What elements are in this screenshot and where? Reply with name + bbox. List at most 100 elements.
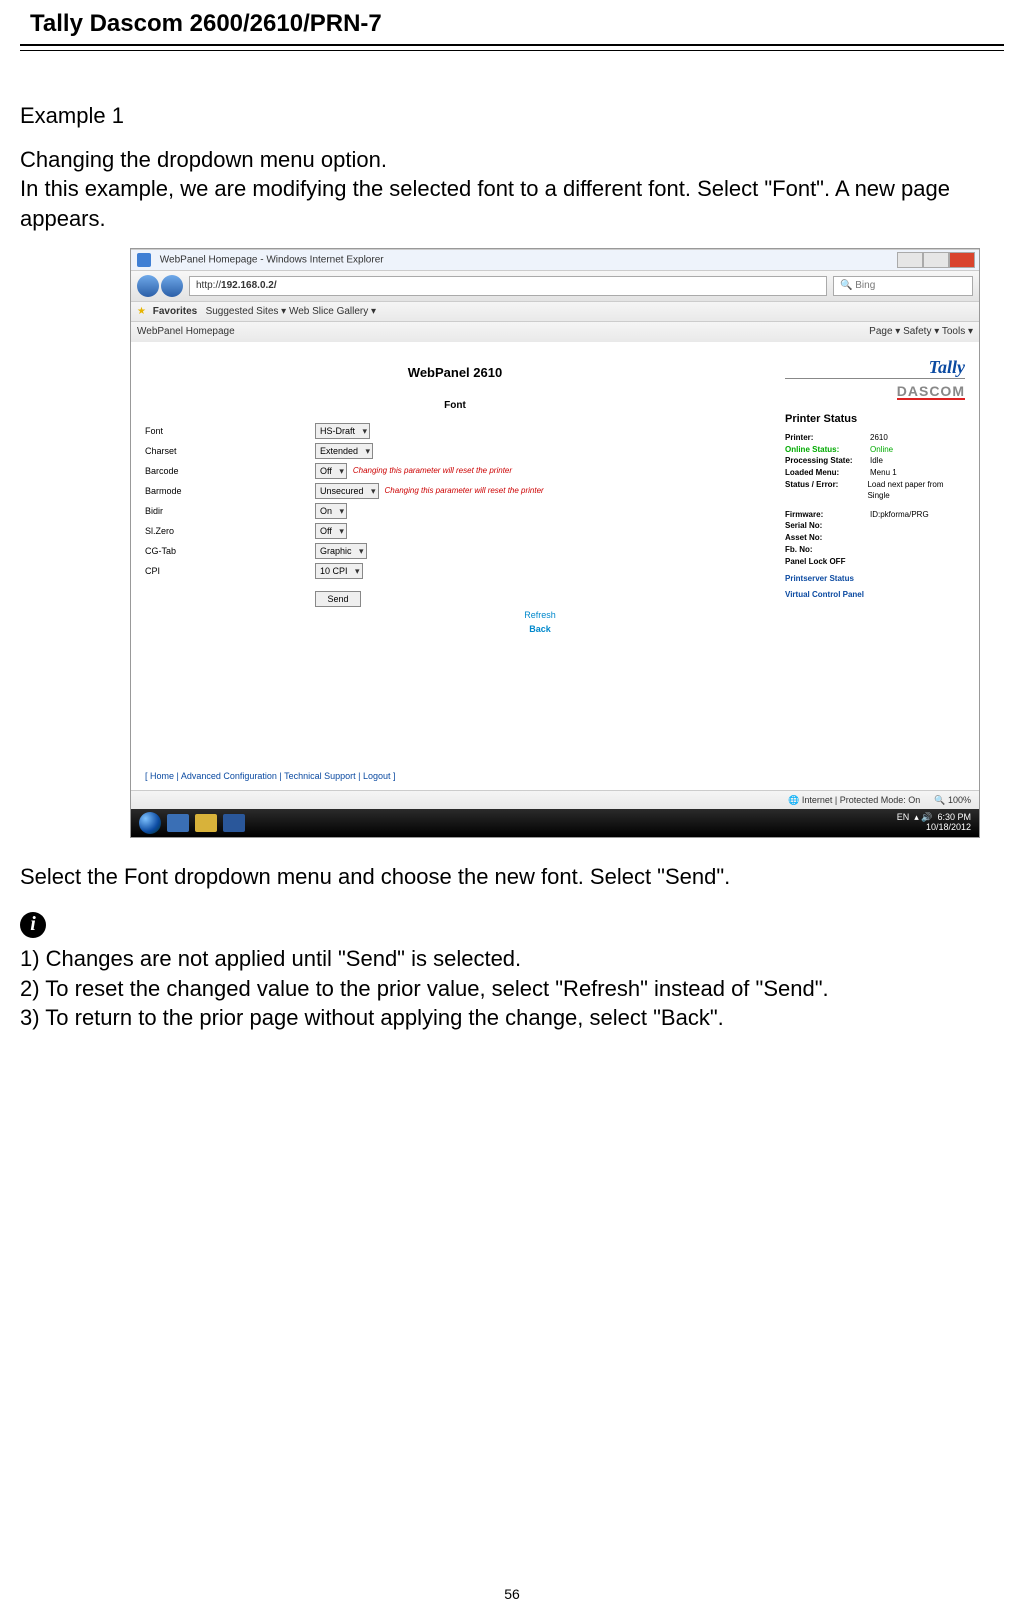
statusbar-internet: 🌐 Internet | Protected Mode: On xyxy=(788,794,920,806)
row-cpi: CPI 10 CPI xyxy=(145,563,765,579)
section-title: Font xyxy=(145,399,765,413)
address-text: 192.168.0.2/ xyxy=(221,280,277,291)
row-cgtab: CG-Tab Graphic xyxy=(145,543,765,559)
dropdown-barmode[interactable]: Unsecured xyxy=(315,483,379,499)
label-barcode: Barcode xyxy=(145,465,315,477)
tab-webpanel[interactable]: WebPanel Homepage xyxy=(137,325,235,339)
status-k-7: Asset No: xyxy=(785,533,870,544)
status-v-1: Online xyxy=(870,445,893,456)
search-icon: 🔍 xyxy=(840,280,855,291)
intro-line-2: In this example, we are modifying the se… xyxy=(20,176,950,231)
toolbar-right[interactable]: Page ▾ Safety ▾ Tools ▾ xyxy=(869,325,973,339)
forward-nav-icon[interactable] xyxy=(161,275,183,297)
dropdown-barcode[interactable]: Off xyxy=(315,463,347,479)
intro-line-1: Changing the dropdown menu option. xyxy=(20,147,387,172)
back-link[interactable]: Back xyxy=(517,623,563,635)
dropdown-charset[interactable]: Extended xyxy=(315,443,373,459)
taskbar-explorer-icon[interactable] xyxy=(195,814,217,832)
tray-lang[interactable]: EN xyxy=(897,812,910,822)
status-k-3: Loaded Menu: xyxy=(785,468,870,479)
back-nav-icon[interactable] xyxy=(137,275,159,297)
dropdown-font[interactable]: HS-Draft xyxy=(315,423,370,439)
minimize-button[interactable] xyxy=(897,252,923,268)
doc-title: Tally Dascom 2600/2610/PRN-7 xyxy=(20,10,1004,38)
row-barcode: Barcode Off Changing this parameter will… xyxy=(145,463,765,479)
row-charset: Charset Extended xyxy=(145,443,765,459)
status-k-9: Panel Lock OFF xyxy=(785,557,870,568)
after-screenshot-paragraph: Select the Font dropdown menu and choose… xyxy=(20,862,1004,892)
status-k-0: Printer: xyxy=(785,433,870,444)
row-font: Font HS-Draft xyxy=(145,423,765,439)
note-barmode: Changing this parameter will reset the p… xyxy=(385,486,544,497)
browser-statusbar: 🌐 Internet | Protected Mode: On 🔍 100% xyxy=(131,790,979,809)
window-titlebar: WebPanel Homepage - Windows Internet Exp… xyxy=(131,249,979,270)
window-controls xyxy=(897,252,975,268)
page-number: 56 xyxy=(0,1586,1024,1602)
note-2: 2) To reset the changed value to the pri… xyxy=(20,974,1004,1004)
taskbar-ie-icon[interactable] xyxy=(167,814,189,832)
address-prefix: http:// xyxy=(196,280,221,291)
refresh-link[interactable]: Refresh xyxy=(517,609,563,621)
status-v-4: Load next paper from Single xyxy=(867,480,965,502)
side-links: Printserver Status Virtual Control Panel xyxy=(785,574,965,602)
status-v-3: Menu 1 xyxy=(870,468,897,479)
statusbar-zoom[interactable]: 🔍 100% xyxy=(934,794,971,806)
tray-date: 10/18/2012 xyxy=(926,822,971,832)
system-tray: EN ▴ 🔊 6:30 PM 10/18/2012 xyxy=(897,813,971,833)
status-k-4: Status / Error: xyxy=(785,480,867,502)
intro-paragraph: Changing the dropdown menu option. In th… xyxy=(20,145,1004,234)
info-icon: i xyxy=(20,912,46,938)
label-font: Font xyxy=(145,425,315,437)
logo-tally: Tally xyxy=(929,357,965,377)
start-orb-icon[interactable] xyxy=(139,812,161,834)
status-k-1: Online Status: xyxy=(785,445,870,456)
search-placeholder: Bing xyxy=(855,280,875,291)
link-virtual-control-panel[interactable]: Virtual Control Panel xyxy=(785,590,965,601)
address-bar[interactable]: http://192.168.0.2/ xyxy=(189,276,827,296)
panel-title: WebPanel 2610 xyxy=(145,364,765,382)
dropdown-cpi[interactable]: 10 CPI xyxy=(315,563,363,579)
status-k-2: Processing State: xyxy=(785,456,870,467)
page-body: WebPanel 2610 Font Font HS-Draft Charset… xyxy=(131,342,979,762)
label-slzero: Sl.Zero xyxy=(145,525,315,537)
footer-nav-links[interactable]: [ Home | Advanced Configuration | Techni… xyxy=(131,762,979,790)
brand-logo: Tally DASCOM xyxy=(785,358,965,400)
dropdown-slzero[interactable]: Off xyxy=(315,523,347,539)
printer-status-title: Printer Status xyxy=(785,412,965,427)
status-v-0: 2610 xyxy=(870,433,888,444)
status-k-8: Fb. No: xyxy=(785,545,870,556)
window-title-text: WebPanel Homepage - Windows Internet Exp… xyxy=(160,254,384,265)
label-barmode: Barmode xyxy=(145,485,315,497)
form-buttons: Send Refresh Back xyxy=(315,591,765,635)
search-box[interactable]: 🔍 Bing xyxy=(833,276,973,296)
favorites-bar: ★ Favorites Suggested Sites ▾ Web Slice … xyxy=(131,301,979,322)
favorites-star-icon: ★ xyxy=(137,305,146,319)
link-printserver-status[interactable]: Printserver Status xyxy=(785,574,965,585)
close-button[interactable] xyxy=(949,252,975,268)
send-button[interactable]: Send xyxy=(315,591,361,607)
favorites-links[interactable]: Suggested Sites ▾ Web Slice Gallery ▾ xyxy=(206,306,377,317)
tab-bar: WebPanel Homepage Page ▾ Safety ▾ Tools … xyxy=(131,321,979,342)
favorites-label: Favorites xyxy=(153,306,197,317)
nav-buttons xyxy=(137,275,183,297)
example-label: Example 1 xyxy=(20,101,1004,131)
browser-screenshot: WebPanel Homepage - Windows Internet Exp… xyxy=(130,248,980,838)
browser-navbar: http://192.168.0.2/ 🔍 Bing xyxy=(131,270,979,301)
note-3: 3) To return to the prior page without a… xyxy=(20,1003,1004,1033)
label-cpi: CPI xyxy=(145,565,315,577)
taskbar-word-icon[interactable] xyxy=(223,814,245,832)
label-cgtab: CG-Tab xyxy=(145,545,315,557)
maximize-button[interactable] xyxy=(923,252,949,268)
dropdown-cgtab[interactable]: Graphic xyxy=(315,543,367,559)
label-charset: Charset xyxy=(145,445,315,457)
status-k-5: Firmware: xyxy=(785,510,870,521)
label-bidir: Bidir xyxy=(145,505,315,517)
printer-status-list: Printer:2610 Online Status:Online Proces… xyxy=(785,433,965,568)
logo-dascom: DASCOM xyxy=(897,384,965,400)
row-slzero: Sl.Zero Off xyxy=(145,523,765,539)
dropdown-bidir[interactable]: On xyxy=(315,503,347,519)
row-bidir: Bidir On xyxy=(145,503,765,519)
status-v-5: ID:pkforma/PRG xyxy=(870,510,929,521)
tray-time: 6:30 PM xyxy=(937,812,971,822)
status-v-2: Idle xyxy=(870,456,883,467)
